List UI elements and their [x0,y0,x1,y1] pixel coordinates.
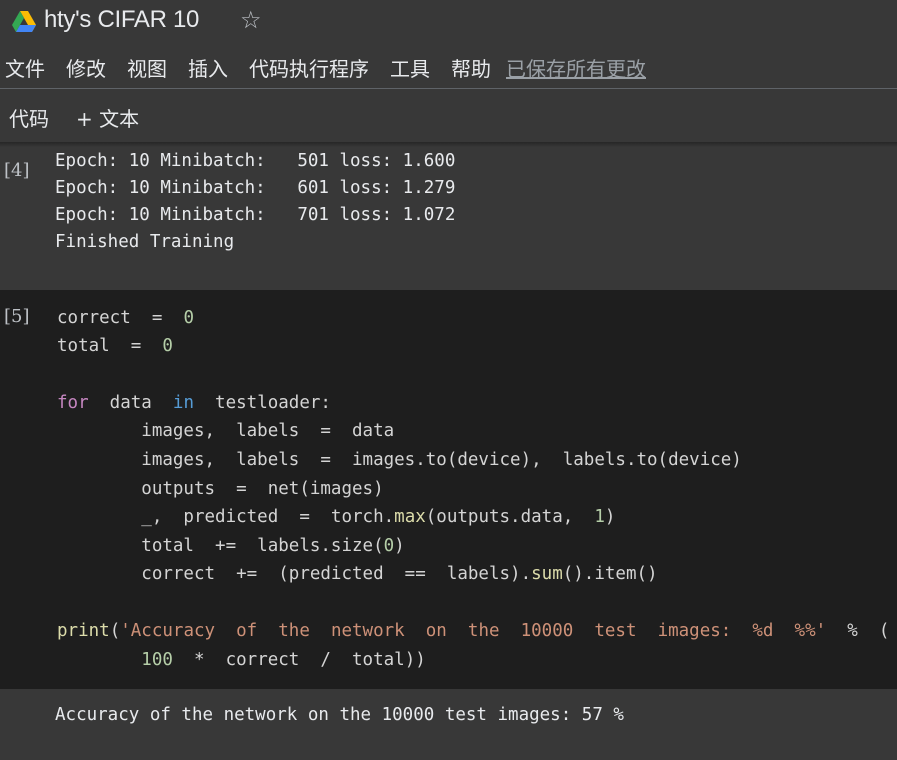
code-line[interactable]: images, labels = images.to(device), labe… [57,450,742,470]
execution-count[interactable]: [4] [4,160,30,181]
google-drive-icon[interactable] [12,11,36,33]
menu-runtime[interactable]: 代码执行程序 [249,53,369,82]
code-line[interactable]: correct = 0 [57,308,194,328]
notebook-title[interactable]: hty's CIFAR 10 [44,6,199,34]
star-outline-icon[interactable]: ☆ [240,6,262,34]
code-line[interactable]: 100 * correct / total)) [57,650,425,670]
output-line: Finished Training [55,232,235,252]
menu-insert[interactable]: 插入 [188,53,228,82]
cell-5-output: Accuracy of the network on the 10000 tes… [55,705,624,725]
code-line[interactable]: print('Accuracy of the network on the 10… [57,621,889,641]
output-line: Epoch: 10 Minibatch: 701 loss: 1.072 [55,205,456,225]
output-line: Epoch: 10 Minibatch: 501 loss: 1.600 [55,151,456,171]
menu-tools[interactable]: 工具 [390,53,430,82]
code-line[interactable]: total += labels.size(0) [57,536,404,556]
menu-bar: 文件 修改 视图 插入 代码执行程序 工具 帮助 已保存所有更改 [0,50,646,84]
add-code-button[interactable]: 代码 [9,103,49,132]
save-status-link[interactable]: 已保存所有更改 [506,53,646,82]
execution-count[interactable]: [5] [4,306,30,327]
menu-file[interactable]: 文件 [5,53,45,82]
menu-edit[interactable]: 修改 [66,53,106,82]
code-line[interactable]: total = 0 [57,336,173,356]
output-line: Epoch: 10 Minibatch: 601 loss: 1.279 [55,178,456,198]
add-text-button[interactable]: + 文本 [76,103,139,132]
menu-help[interactable]: 帮助 [451,53,491,82]
code-line[interactable]: images, labels = data [57,421,394,441]
code-line[interactable]: for data in testloader: [57,393,331,413]
toolbar-shadow [0,142,897,147]
title-bar: hty's CIFAR 10 ☆ [0,0,897,44]
code-line[interactable]: outputs = net(images) [57,479,383,499]
code-line[interactable]: correct += (predicted == labels).sum().i… [57,564,657,584]
code-line[interactable]: _, predicted = torch.max(outputs.data, 1… [57,507,615,527]
menu-view[interactable]: 视图 [127,53,167,82]
